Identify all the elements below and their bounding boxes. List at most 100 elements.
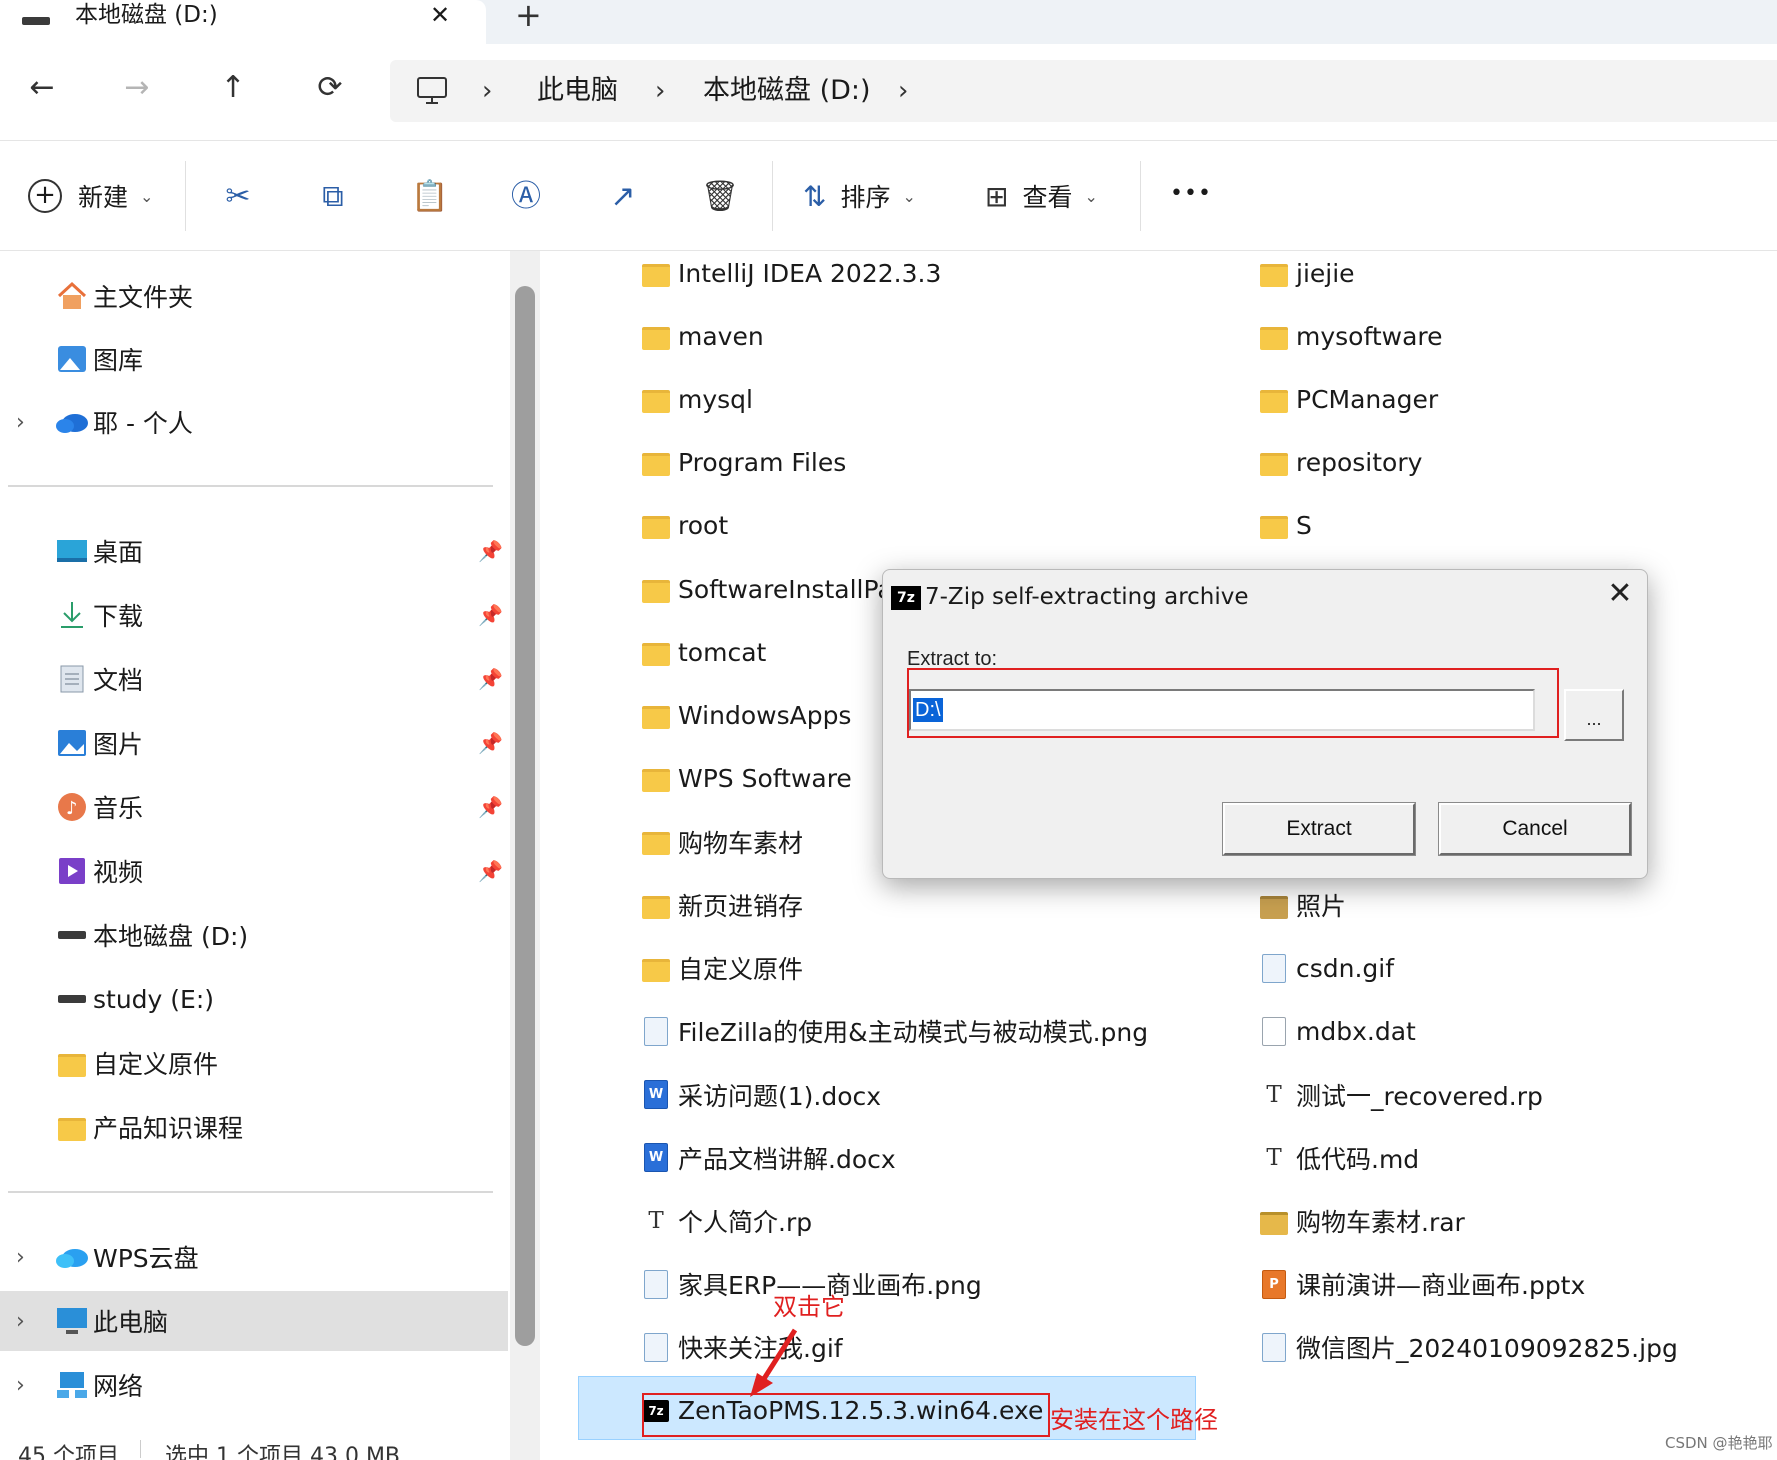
share-icon[interactable]: ↗ xyxy=(603,177,643,217)
file-item[interactable]: mysql xyxy=(641,377,753,421)
tab-title: 本地磁盘 (D:) xyxy=(75,2,218,28)
address-bar[interactable]: › 此电脑 › 本地磁盘 (D:) › xyxy=(390,60,1777,122)
view-grid-icon: ⊞ xyxy=(985,179,1009,213)
breadcrumb-this-pc[interactable]: 此电脑 xyxy=(537,60,618,122)
close-tab-icon[interactable]: ✕ xyxy=(430,0,450,30)
chevron-right-icon[interactable]: › xyxy=(16,1309,25,1334)
file-item[interactable]: P 课前演讲—商业画布.pptx xyxy=(1259,1262,1585,1306)
toolbar-divider xyxy=(772,161,773,231)
file-item[interactable]: IntelliJ IDEA 2022.3.3 xyxy=(641,251,941,295)
file-item[interactable]: PCManager xyxy=(1259,377,1438,421)
chevron-right-icon[interactable]: › xyxy=(16,410,25,435)
folder-icon xyxy=(1259,450,1289,477)
pin-icon[interactable]: 📌 xyxy=(478,859,503,883)
paste-icon[interactable]: 📋 xyxy=(410,177,450,217)
sidebar-item-downloads[interactable]: 下载 📌 xyxy=(0,585,508,645)
file-item[interactable]: 微信图片_20240109092825.jpg xyxy=(1259,1325,1678,1369)
sidebar-item-gallery[interactable]: 图库 xyxy=(0,329,508,389)
dialog-close-button[interactable]: ✕ xyxy=(1603,576,1637,611)
sidebar-item-local-disk-d[interactable]: 本地磁盘 (D:) xyxy=(0,905,508,965)
cut-icon[interactable]: ✂ xyxy=(218,177,258,217)
file-item[interactable]: 购物车素材 xyxy=(641,820,803,864)
sidebar-item-custom-components[interactable]: 自定义原件 xyxy=(0,1033,508,1093)
rename-icon[interactable]: Ⓐ xyxy=(506,177,546,217)
toolbar-divider xyxy=(185,161,186,231)
sidebar-item-home[interactable]: 主文件夹 xyxy=(0,266,508,326)
breadcrumb-local-disk-d[interactable]: 本地磁盘 (D:) xyxy=(703,60,871,122)
sidebar-item-pictures[interactable]: 图片 📌 xyxy=(0,713,508,773)
pin-icon[interactable]: 📌 xyxy=(478,795,503,819)
forward-button[interactable]: → xyxy=(112,70,162,105)
pin-icon[interactable]: 📌 xyxy=(478,667,503,691)
back-button[interactable]: ← xyxy=(17,70,67,105)
sidebar-divider xyxy=(8,485,493,487)
view-button[interactable]: ⊞ 查看 ⌄ xyxy=(985,171,1098,221)
file-item[interactable]: mysoftware xyxy=(1259,314,1443,358)
folder-icon xyxy=(641,829,671,856)
file-item[interactable]: root xyxy=(641,504,728,548)
sfx-dialog: 7z 7-Zip self-extracting archive ✕ Extra… xyxy=(882,569,1648,879)
folder-icon xyxy=(641,450,671,477)
file-item[interactable]: W 采访问题(1).docx xyxy=(641,1073,881,1117)
file-item[interactable]: Program Files xyxy=(641,441,846,485)
file-item[interactable]: 快来关注我.gif xyxy=(641,1325,843,1369)
file-item[interactable]: SoftwareInstallPat xyxy=(641,567,903,611)
sidebar-item-network[interactable]: › 网络 xyxy=(0,1355,508,1415)
sidebar-item-wps-cloud[interactable]: › WPS云盘 xyxy=(0,1227,508,1287)
sidebar-item-videos[interactable]: 视频 📌 xyxy=(0,841,508,901)
new-button[interactable]: + 新建 ⌄ xyxy=(28,171,153,221)
sort-button[interactable]: ⇅ 排序 ⌄ xyxy=(803,171,916,221)
tab-local-disk-d[interactable]: 本地磁盘 (D:) ✕ xyxy=(0,0,486,46)
sidebar-item-study-e[interactable]: study (E:) xyxy=(0,969,508,1029)
file-name: PCManager xyxy=(1296,384,1439,414)
file-item[interactable]: 新页进销存 xyxy=(641,883,803,927)
breadcrumb-separator[interactable]: › xyxy=(898,60,908,122)
sidebar-item-onedrive[interactable]: › 耶 - 个人 xyxy=(0,392,508,452)
file-item[interactable]: maven xyxy=(641,314,764,358)
folder-icon xyxy=(1259,260,1289,287)
file-item[interactable]: tomcat xyxy=(641,630,766,674)
file-item[interactable]: W 产品文档讲解.docx xyxy=(641,1136,896,1180)
sidebar-item-music[interactable]: ♪ 音乐 📌 xyxy=(0,777,508,837)
file-name: mysoftware xyxy=(1296,321,1443,351)
cancel-button[interactable]: Cancel xyxy=(1438,802,1632,856)
file-item[interactable]: 自定义原件 xyxy=(641,946,803,990)
file-item[interactable]: 购物车素材.rar xyxy=(1259,1199,1465,1243)
file-item[interactable]: WindowsApps xyxy=(641,693,851,737)
sidebar-item-desktop[interactable]: 桌面 📌 xyxy=(0,521,508,581)
pin-icon[interactable]: 📌 xyxy=(478,539,503,563)
powerpoint-icon: P xyxy=(1259,1269,1289,1299)
more-options-button[interactable]: ••• xyxy=(1170,181,1212,206)
network-icon xyxy=(55,1368,89,1402)
file-item[interactable]: T 低代码.md xyxy=(1259,1136,1419,1180)
file-item[interactable]: csdn.gif xyxy=(1259,946,1394,990)
file-item[interactable]: mdbx.dat xyxy=(1259,1009,1416,1053)
file-item[interactable]: repository xyxy=(1259,441,1422,485)
new-tab-button[interactable]: + xyxy=(515,0,542,31)
pin-icon[interactable]: 📌 xyxy=(478,731,503,755)
file-item[interactable]: WPS Software xyxy=(641,757,852,801)
folder-icon xyxy=(641,892,671,919)
sidebar-item-documents[interactable]: 文档 📌 xyxy=(0,649,508,709)
sidebar-item-product-courses[interactable]: 产品知识课程 xyxy=(0,1097,508,1157)
word-document-icon: W xyxy=(641,1080,671,1110)
copy-icon[interactable]: ⧉ xyxy=(313,177,353,217)
delete-icon[interactable]: 🗑 xyxy=(700,177,740,217)
refresh-button[interactable]: ⟳ xyxy=(305,70,355,105)
folder-icon xyxy=(641,576,671,603)
file-item[interactable]: T 测试一_recovered.rp xyxy=(1259,1073,1543,1117)
file-item[interactable]: FileZilla的使用&主动模式与被动模式.png xyxy=(641,1009,1148,1053)
sidebar-item-this-pc[interactable]: › 此电脑 xyxy=(0,1291,508,1351)
file-item[interactable]: T 个人简介.rp xyxy=(641,1199,812,1243)
file-item[interactable]: S xyxy=(1259,504,1312,548)
sidebar-scrollbar-thumb[interactable] xyxy=(515,286,535,1346)
up-button[interactable]: ↑ xyxy=(208,70,258,105)
browse-button[interactable]: ... xyxy=(1564,689,1624,741)
file-item[interactable]: 照片 xyxy=(1259,883,1346,927)
folder-icon xyxy=(1259,892,1289,919)
chevron-right-icon[interactable]: › xyxy=(16,1245,25,1270)
extract-button[interactable]: Extract xyxy=(1222,802,1416,856)
file-item[interactable]: jiejie xyxy=(1259,251,1355,295)
chevron-right-icon[interactable]: › xyxy=(16,1373,25,1398)
pin-icon[interactable]: 📌 xyxy=(478,603,503,627)
